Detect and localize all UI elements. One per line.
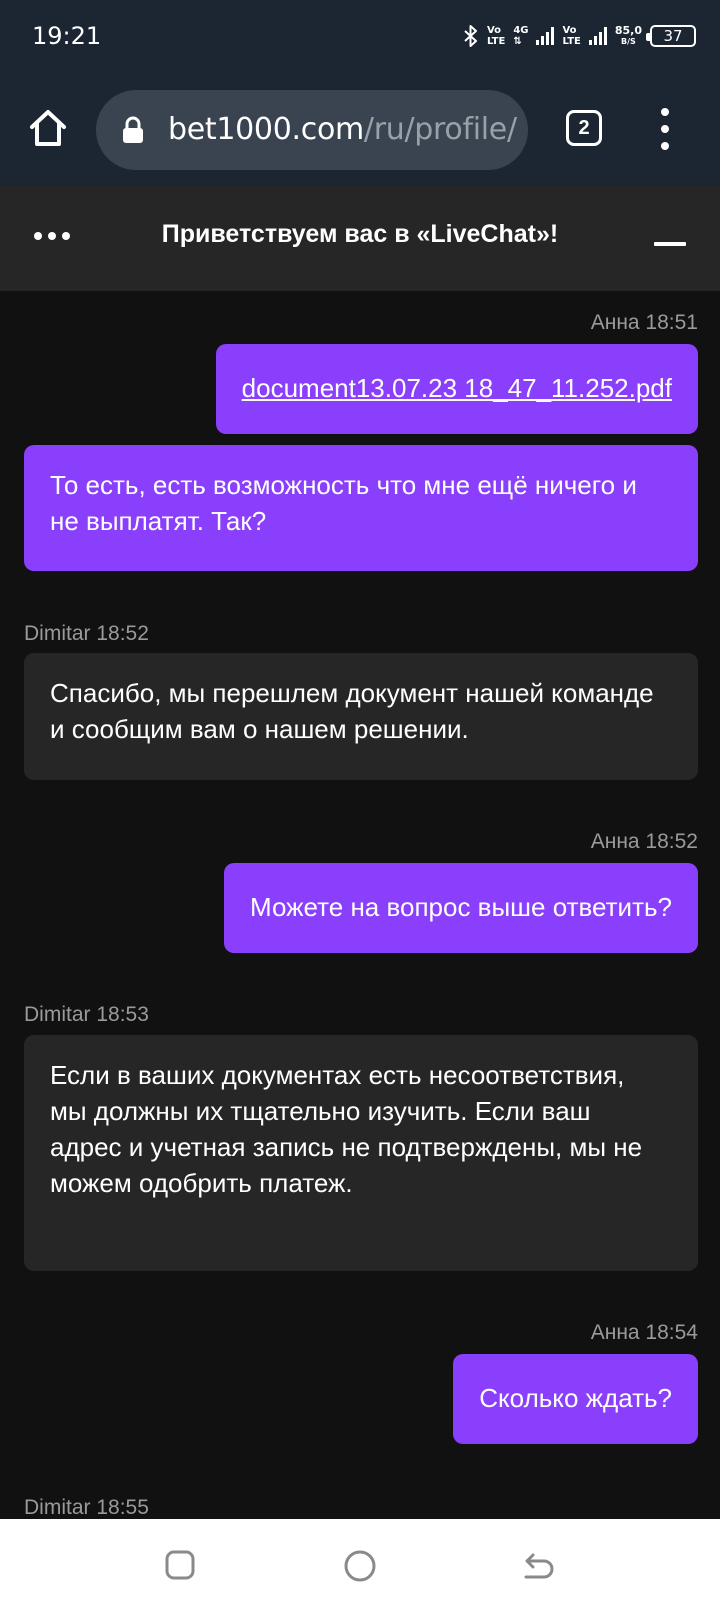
home-icon (30, 110, 66, 146)
volte-indicator-2: Vo LTE (562, 25, 581, 47)
address-bar[interactable]: bet1000.com/ru/profile/ (96, 90, 528, 170)
browser-toolbar: bet1000.com/ru/profile/ 2 (0, 84, 720, 174)
status-bar: 19:21 Vo LTE 4G ⇅ Vo LTE 85,0 B/S 37 (0, 0, 720, 72)
message-meta: Dimitar 18:52 (24, 622, 149, 645)
attachment-link[interactable]: document13.07.23 18_47_11.252.pdf (242, 373, 672, 403)
network-speed: 85,0 B/S (614, 24, 642, 46)
signal-bars-icon-2 (588, 27, 607, 45)
message-meta: Анна 18:52 (590, 830, 698, 853)
message-outgoing: Сколько ждать? (453, 1354, 698, 1444)
browser-menu-button[interactable] (650, 108, 680, 150)
message-incoming: Если в ваших документах есть несоответст… (24, 1035, 698, 1271)
message-outgoing: То есть, есть возможность что мне ещё ни… (24, 445, 698, 571)
chat-title: Приветствуем вас в «LiveChat»! (161, 220, 559, 248)
bluetooth-icon (463, 25, 479, 47)
lock-icon (123, 116, 143, 143)
tab-switcher-button[interactable]: 2 (566, 110, 602, 146)
home-nav-button[interactable] (343, 1549, 377, 1588)
message-meta: Анна 18:51 (590, 311, 698, 334)
message-incoming: Спасибо, мы перешлем документ нашей кома… (24, 653, 698, 780)
chat-header: Приветствуем вас в «LiveChat»! (0, 186, 720, 291)
home-circle-icon (344, 1550, 376, 1582)
home-button[interactable] (26, 106, 70, 150)
recents-icon (165, 1550, 195, 1580)
minimize-icon[interactable] (654, 242, 686, 246)
4g-indicator: 4G ⇅ (513, 25, 529, 47)
status-icons: Vo LTE 4G ⇅ Vo LTE 85,0 B/S 37 (463, 20, 696, 52)
signal-bars-icon-1 (536, 27, 555, 45)
battery-icon: 37 (646, 25, 696, 47)
back-button[interactable] (522, 1549, 556, 1586)
message-meta: Анна 18:54 (590, 1321, 698, 1344)
message-outgoing: document13.07.23 18_47_11.252.pdf (215, 344, 698, 434)
browser-chrome: 19:21 Vo LTE 4G ⇅ Vo LTE 85,0 B/S 37 bet… (0, 0, 720, 186)
recents-button[interactable] (164, 1549, 196, 1586)
message-meta: Dimitar 18:53 (24, 1003, 149, 1026)
system-nav-bar (0, 1519, 720, 1612)
volte-indicator-1: Vo LTE (486, 25, 506, 47)
message-outgoing: Можете на вопрос выше ответить? (224, 863, 698, 953)
message-meta: Dimitar 18:55 (24, 1496, 149, 1519)
back-icon (524, 1553, 554, 1579)
url-text: bet1000.com/ru/profile/ (168, 112, 517, 147)
status-time: 19:21 (32, 22, 102, 50)
